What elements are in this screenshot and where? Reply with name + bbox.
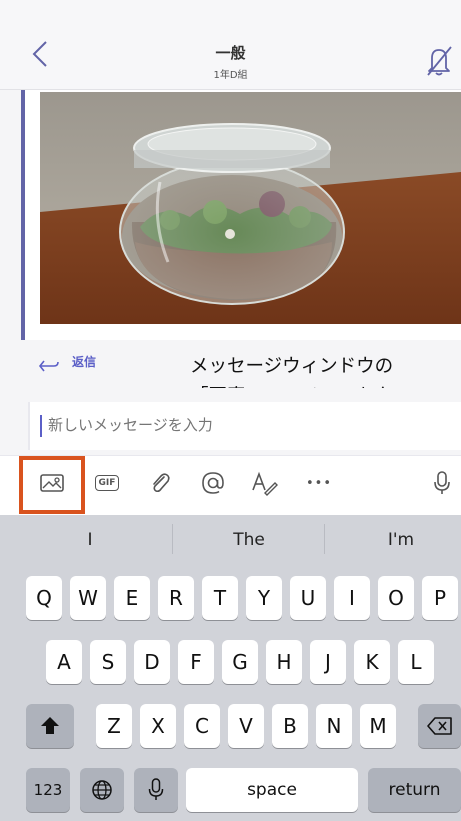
globe-key[interactable] (80, 768, 124, 812)
microphone-icon (148, 778, 164, 800)
reply-arrow-icon (38, 360, 59, 372)
space-key[interactable]: space (186, 768, 358, 812)
key-t[interactable]: T (202, 576, 238, 620)
team-name: 1年D組 (213, 70, 248, 81)
key-m[interactable]: M (360, 704, 396, 748)
shift-key[interactable] (26, 704, 74, 748)
suggestion-2[interactable]: The (174, 525, 324, 555)
key-c[interactable]: C (184, 704, 220, 748)
reply-button[interactable] (38, 358, 60, 372)
numbers-key[interactable]: 123 (26, 768, 70, 812)
dictation-key[interactable] (134, 768, 178, 812)
key-w[interactable]: W (70, 576, 106, 620)
gif-button[interactable]: GIF (90, 466, 124, 500)
key-o[interactable]: O (378, 576, 414, 620)
key-h[interactable]: H (266, 640, 302, 684)
key-g[interactable]: G (222, 640, 258, 684)
suggestion-divider (172, 524, 173, 554)
key-s[interactable]: S (90, 640, 126, 684)
annotation-line-1: メッセージウィンドウの (190, 356, 394, 377)
bell-off-icon (427, 46, 452, 76)
message-input[interactable] (48, 416, 448, 434)
attach-button[interactable] (143, 466, 177, 500)
mention-button[interactable] (196, 466, 230, 500)
text-caret (40, 415, 42, 437)
backspace-icon (426, 717, 452, 735)
key-d[interactable]: D (134, 640, 170, 684)
globe-icon (92, 780, 112, 800)
suggestion-1[interactable]: I (15, 525, 165, 555)
terrarium-photo[interactable] (40, 92, 461, 324)
key-j[interactable]: J (310, 640, 346, 684)
suggestion-3[interactable]: I'm (326, 525, 461, 555)
channel-title: 一般 (215, 44, 246, 62)
key-x[interactable]: X (140, 704, 176, 748)
key-y[interactable]: Y (246, 576, 282, 620)
reply-label[interactable]: 返信 (72, 353, 96, 370)
dictation-button[interactable] (425, 466, 459, 500)
microphone-icon (434, 471, 450, 494)
key-e[interactable]: E (114, 576, 150, 620)
key-p[interactable]: P (422, 576, 458, 620)
key-z[interactable]: Z (96, 704, 132, 748)
paperclip-icon (153, 473, 170, 493)
format-button[interactable] (248, 466, 282, 500)
gif-icon: GIF (94, 475, 120, 491)
delete-key[interactable] (418, 704, 461, 748)
key-n[interactable]: N (316, 704, 352, 748)
mute-notifications-button[interactable] (424, 44, 454, 78)
more-options-button[interactable]: ••• (302, 466, 336, 500)
key-q[interactable]: Q (26, 576, 62, 620)
return-key[interactable]: return (368, 768, 461, 812)
format-text-icon (252, 471, 278, 496)
key-u[interactable]: U (290, 576, 326, 620)
key-i[interactable]: I (334, 576, 370, 620)
suggestion-divider (324, 524, 325, 554)
key-b[interactable]: B (272, 704, 308, 748)
key-f[interactable]: F (178, 640, 214, 684)
image-button-highlight (19, 456, 85, 514)
key-r[interactable]: R (158, 576, 194, 620)
key-l[interactable]: L (398, 640, 434, 684)
key-a[interactable]: A (46, 640, 82, 684)
key-v[interactable]: V (228, 704, 264, 748)
at-sign-icon (202, 472, 224, 494)
key-k[interactable]: K (354, 640, 390, 684)
shift-arrow-icon (41, 717, 59, 734)
